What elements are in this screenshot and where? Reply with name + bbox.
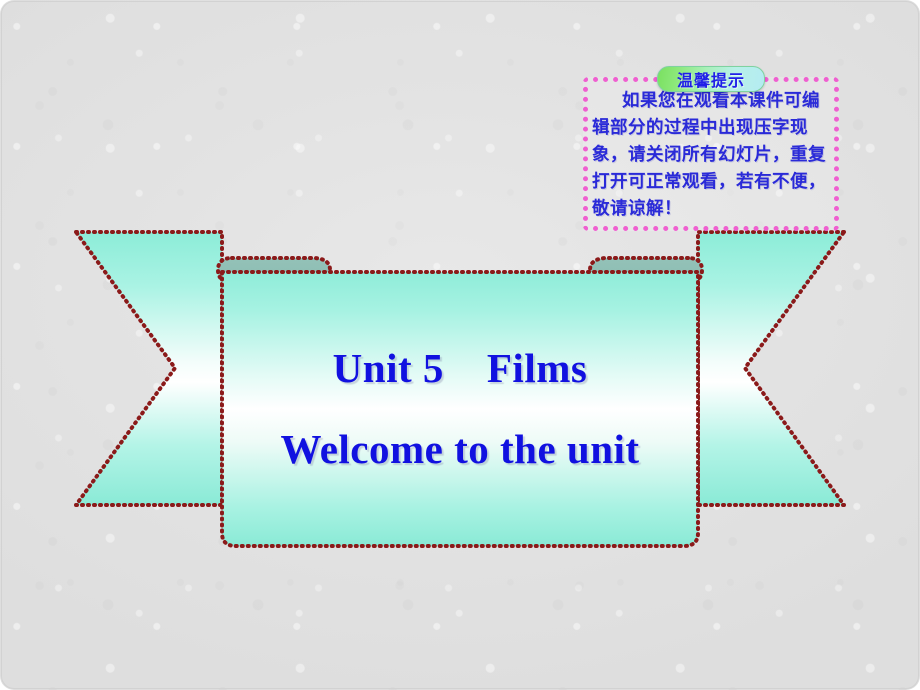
page-title-line-2: Welcome to the unit [280, 426, 640, 472]
tip-badge-label: 温馨提示 [676, 71, 745, 90]
ribbon-center-panel [220, 270, 700, 548]
page-title-line-1: Unit 5 Films [332, 345, 588, 391]
ribbon-right-fold [588, 256, 704, 284]
tip-badge: 温馨提示 [657, 66, 765, 92]
tip-body-text: 如果您在观看本课件可编辑部分的过程中出现压字现象，请关闭所有幻灯片，重复打开可正… [592, 91, 826, 219]
slide-canvas: Unit 5 Films Welcome to the unit 如果您在观看本… [0, 0, 920, 690]
ribbon-left-fold [216, 256, 332, 284]
